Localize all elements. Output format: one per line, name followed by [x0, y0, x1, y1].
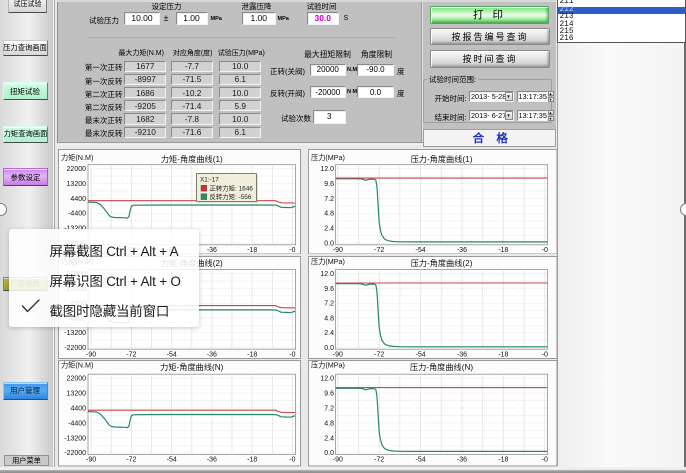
svg-text:-18: -18 [498, 247, 508, 254]
svg-text:12.0: 12.0 [320, 271, 334, 278]
svg-text:-72: -72 [374, 352, 384, 359]
svg-text:-13200: -13200 [64, 330, 86, 337]
svg-text:-36: -36 [206, 352, 216, 359]
svg-text:-54: -54 [416, 247, 426, 254]
svg-text:-36: -36 [457, 352, 467, 359]
svg-text:力矩-角度曲线(1): 力矩-角度曲线(1) [160, 154, 222, 164]
svg-text:-90: -90 [333, 352, 343, 359]
svg-text:-90: -90 [86, 352, 96, 359]
svg-text:-72: -72 [126, 457, 136, 464]
svg-text:-13200: -13200 [64, 435, 86, 442]
svg-text:2.4: 2.4 [324, 225, 334, 232]
svg-text:压力-角度曲线(2): 压力-角度曲线(2) [411, 258, 473, 268]
svg-text:-54: -54 [416, 352, 426, 359]
svg-text:-0: -0 [289, 457, 295, 464]
svg-text:22000: 22000 [66, 166, 86, 173]
svg-text:压力(MPa): 压力(MPa) [311, 361, 345, 370]
svg-text:7.2: 7.2 [324, 406, 334, 413]
svg-text:-18: -18 [498, 352, 508, 359]
svg-text:-22000: -22000 [64, 345, 86, 352]
svg-text:7.2: 7.2 [324, 301, 334, 308]
svg-text:-0: -0 [289, 352, 295, 359]
svg-text:-4400: -4400 [68, 421, 86, 428]
svg-text:-36: -36 [457, 247, 467, 254]
svg-text:-36: -36 [206, 247, 216, 254]
svg-text:压力-角度曲线(1): 压力-角度曲线(1) [411, 154, 473, 164]
svg-text:4400: 4400 [70, 406, 86, 413]
svg-text:-0: -0 [542, 457, 548, 464]
svg-text:压力(MPa): 压力(MPa) [311, 153, 345, 162]
svg-text:-72: -72 [126, 352, 136, 359]
svg-text:13200: 13200 [66, 181, 86, 188]
svg-text:9.6: 9.6 [324, 286, 334, 293]
svg-text:-54: -54 [166, 457, 176, 464]
svg-text:-72: -72 [374, 247, 384, 254]
svg-text:-0: -0 [542, 352, 548, 359]
svg-text:-72: -72 [374, 457, 384, 464]
svg-text:4400: 4400 [70, 195, 86, 202]
svg-text:4.8: 4.8 [324, 421, 334, 428]
svg-text:4.8: 4.8 [324, 316, 334, 323]
svg-text:13200: 13200 [66, 391, 86, 398]
svg-text:力矩-角度曲线(N): 力矩-角度曲线(N) [160, 362, 223, 372]
svg-text:压力-角度曲线(N): 压力-角度曲线(N) [410, 362, 473, 372]
svg-text:-0: -0 [289, 247, 295, 254]
svg-text:压力(MPa): 压力(MPa) [311, 257, 345, 266]
svg-text:4.8: 4.8 [324, 210, 334, 217]
svg-text:9.6: 9.6 [324, 391, 334, 398]
svg-text:力矩(N.M): 力矩(N.M) [61, 361, 93, 370]
svg-text:反转力矩: -556: 反转力矩: -556 [209, 192, 251, 201]
svg-text:-36: -36 [206, 457, 216, 464]
svg-text:-22000: -22000 [64, 450, 86, 457]
svg-text:正转力矩: 1646: 正转力矩: 1646 [209, 183, 253, 192]
svg-text:-18: -18 [498, 457, 508, 464]
svg-text:2.4: 2.4 [324, 435, 334, 442]
svg-text:7.2: 7.2 [324, 195, 334, 202]
svg-text:-90: -90 [333, 457, 343, 464]
svg-text:-90: -90 [86, 457, 96, 464]
svg-text:-4400: -4400 [68, 210, 86, 217]
svg-text:22000: 22000 [66, 376, 86, 383]
svg-text:9.6: 9.6 [324, 181, 334, 188]
svg-text:-36: -36 [457, 457, 467, 464]
svg-text:-18: -18 [247, 352, 257, 359]
svg-text:-18: -18 [247, 247, 257, 254]
svg-text:-54: -54 [416, 457, 426, 464]
svg-text:-54: -54 [166, 352, 176, 359]
svg-text:-90: -90 [333, 247, 343, 254]
svg-text:X1:-17: X1:-17 [200, 176, 219, 183]
svg-text:12.0: 12.0 [320, 376, 334, 383]
svg-text:2.4: 2.4 [324, 330, 334, 337]
svg-text:-0: -0 [542, 247, 548, 254]
svg-text:力矩(N.M): 力矩(N.M) [61, 153, 93, 162]
svg-text:12.0: 12.0 [320, 166, 334, 173]
svg-text:-18: -18 [247, 457, 257, 464]
